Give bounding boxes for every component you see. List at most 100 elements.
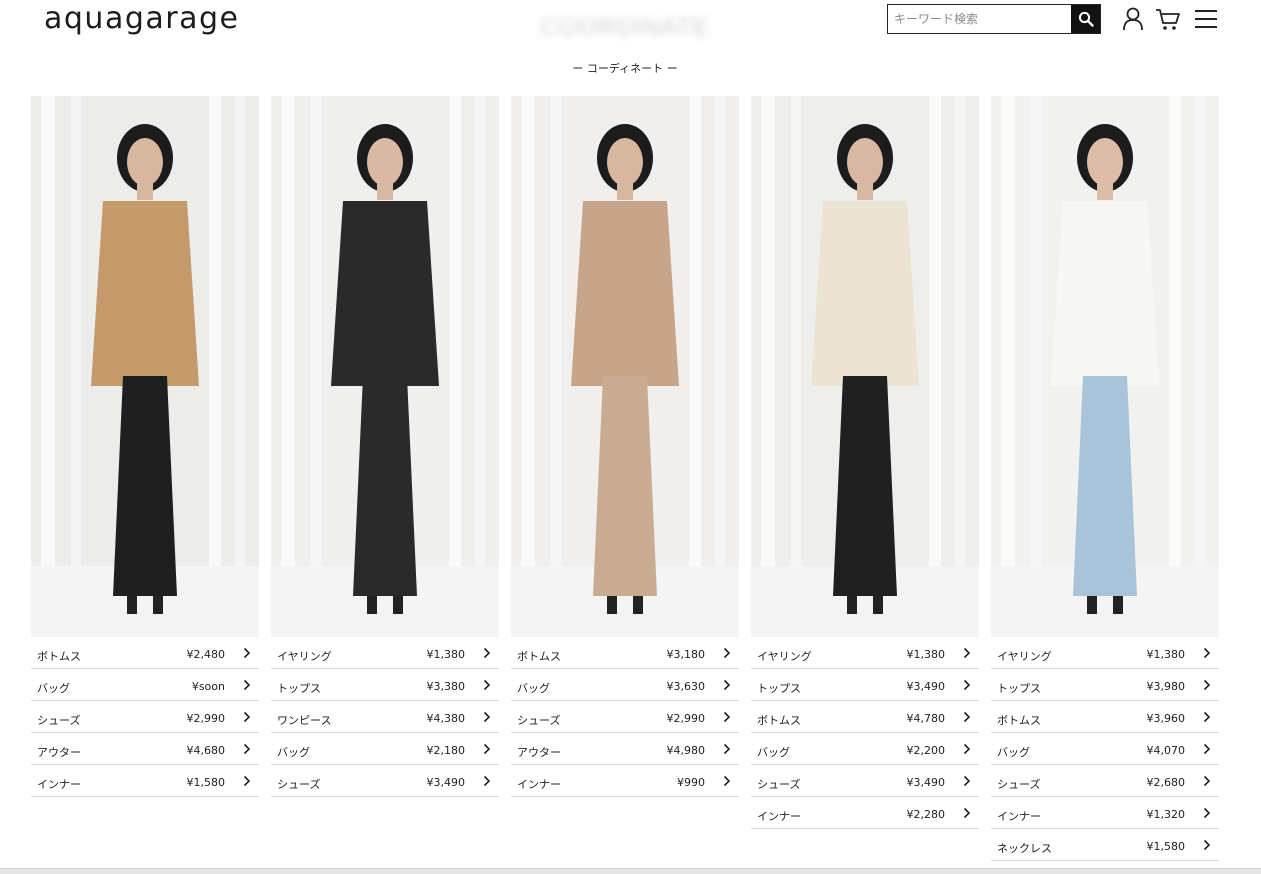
chevron-right-icon bbox=[723, 743, 731, 755]
item-price: ¥4,070 bbox=[1146, 744, 1186, 757]
user-icon[interactable] bbox=[1120, 6, 1146, 32]
item-category: イヤリング bbox=[277, 650, 332, 663]
item-row[interactable]: トップス ¥3,380 bbox=[271, 669, 499, 701]
coordinate-photo[interactable] bbox=[271, 96, 499, 637]
chevron-right-icon bbox=[483, 775, 491, 787]
item-price: ¥3,380 bbox=[426, 680, 466, 693]
coordinate-photo[interactable] bbox=[511, 96, 739, 637]
item-category: トップス bbox=[277, 682, 321, 695]
item-price: ¥4,780 bbox=[906, 712, 946, 725]
search-button[interactable] bbox=[1071, 5, 1100, 33]
item-category: インナー bbox=[517, 778, 561, 791]
item-row[interactable]: シューズ ¥3,490 bbox=[271, 765, 499, 797]
item-row[interactable]: アウター ¥4,680 bbox=[31, 733, 259, 765]
item-row[interactable]: シューズ ¥3,490 bbox=[751, 765, 979, 797]
item-row[interactable]: イヤリング ¥1,380 bbox=[271, 637, 499, 669]
item-category: トップス bbox=[757, 682, 801, 695]
hamburger-menu-icon[interactable] bbox=[1193, 6, 1219, 32]
item-category: ボトムス bbox=[757, 714, 801, 727]
item-category: バッグ bbox=[277, 746, 310, 759]
chevron-right-icon bbox=[483, 711, 491, 723]
item-category: トップス bbox=[997, 682, 1041, 695]
chevron-right-icon bbox=[723, 775, 731, 787]
item-row[interactable]: バッグ ¥2,180 bbox=[271, 733, 499, 765]
chevron-right-icon bbox=[963, 647, 971, 659]
item-price: ¥2,200 bbox=[906, 744, 946, 757]
model-photo-image bbox=[751, 96, 979, 637]
item-price: ¥3,630 bbox=[666, 680, 706, 693]
item-row[interactable]: イヤリング ¥1,380 bbox=[751, 637, 979, 669]
item-row[interactable]: ワンピース ¥4,380 bbox=[271, 701, 499, 733]
search-box bbox=[887, 4, 1101, 34]
item-row[interactable]: ボトムス ¥3,180 bbox=[511, 637, 739, 669]
item-row[interactable]: ネックレス ¥1,580 bbox=[991, 829, 1219, 861]
chevron-right-icon bbox=[723, 711, 731, 723]
item-category: インナー bbox=[757, 810, 801, 823]
model-photo-image bbox=[31, 96, 259, 637]
model-photo-image bbox=[991, 96, 1219, 637]
chevron-right-icon bbox=[243, 775, 251, 787]
item-price: ¥3,490 bbox=[906, 680, 946, 693]
item-price: ¥2,680 bbox=[1146, 776, 1186, 789]
model-photo-image bbox=[511, 96, 739, 637]
chevron-right-icon bbox=[1203, 647, 1211, 659]
item-price: ¥4,380 bbox=[426, 712, 466, 725]
item-row[interactable]: イヤリング ¥1,380 bbox=[991, 637, 1219, 669]
item-row[interactable]: ボトムス ¥2,480 bbox=[31, 637, 259, 669]
item-row[interactable]: バッグ ¥2,200 bbox=[751, 733, 979, 765]
chevron-right-icon bbox=[723, 679, 731, 691]
chevron-right-icon bbox=[1203, 743, 1211, 755]
item-row[interactable]: バッグ ¥3,630 bbox=[511, 669, 739, 701]
item-category: シューズ bbox=[517, 714, 561, 727]
item-row[interactable]: インナー ¥1,320 bbox=[991, 797, 1219, 829]
item-category: アウター bbox=[37, 746, 81, 759]
item-price: ¥3,490 bbox=[906, 776, 946, 789]
page-subtitle: ー コーディネート ー bbox=[572, 62, 678, 75]
item-row[interactable]: シューズ ¥2,990 bbox=[511, 701, 739, 733]
item-list: イヤリング ¥1,380 トップス ¥3,980 ボトムス ¥3,960 バッグ ¥4,070… bbox=[991, 637, 1219, 861]
horizontal-scrollbar[interactable] bbox=[0, 868, 1261, 874]
item-row[interactable]: トップス ¥3,980 bbox=[991, 669, 1219, 701]
item-row[interactable]: インナー ¥1,580 bbox=[31, 765, 259, 797]
item-price: ¥1,380 bbox=[1146, 648, 1186, 661]
item-category: シューズ bbox=[37, 714, 81, 727]
item-price: ¥2,180 bbox=[426, 744, 466, 757]
item-row[interactable]: インナー ¥990 bbox=[511, 765, 739, 797]
coordinate-photo[interactable] bbox=[751, 96, 979, 637]
item-price: ¥4,980 bbox=[666, 744, 706, 757]
item-category: バッグ bbox=[517, 682, 550, 695]
item-row[interactable]: ボトムス ¥3,960 bbox=[991, 701, 1219, 733]
chevron-right-icon bbox=[963, 679, 971, 691]
item-price: ¥1,580 bbox=[1146, 840, 1186, 853]
cart-icon[interactable] bbox=[1155, 6, 1181, 32]
coordinate-photo[interactable] bbox=[31, 96, 259, 637]
brand-logo[interactable]: aquagarage bbox=[44, 0, 239, 38]
item-row[interactable]: バッグ ¥soon bbox=[31, 669, 259, 701]
item-row[interactable]: インナー ¥2,280 bbox=[751, 797, 979, 829]
chevron-right-icon bbox=[1203, 711, 1211, 723]
coordinate-card: イヤリング ¥1,380 トップス ¥3,380 ワンピース ¥4,380 バッグ ¥2,18… bbox=[271, 96, 499, 797]
chevron-right-icon bbox=[483, 743, 491, 755]
item-row[interactable]: シューズ ¥2,680 bbox=[991, 765, 1219, 797]
item-price: ¥1,580 bbox=[186, 776, 226, 789]
item-category: ボトムス bbox=[37, 650, 81, 663]
coordinate-photo[interactable] bbox=[991, 96, 1219, 637]
item-price: ¥3,980 bbox=[1146, 680, 1186, 693]
item-row[interactable]: アウター ¥4,980 bbox=[511, 733, 739, 765]
chevron-right-icon bbox=[963, 711, 971, 723]
item-row[interactable]: トップス ¥3,490 bbox=[751, 669, 979, 701]
item-price: ¥3,490 bbox=[426, 776, 466, 789]
search-icon bbox=[1078, 11, 1094, 27]
chevron-right-icon bbox=[1203, 807, 1211, 819]
item-category: バッグ bbox=[757, 746, 790, 759]
item-category: シューズ bbox=[997, 778, 1041, 791]
search-input[interactable] bbox=[888, 5, 1072, 33]
chevron-right-icon bbox=[1203, 679, 1211, 691]
coordinate-card: イヤリング ¥1,380 トップス ¥3,980 ボトムス ¥3,960 バッグ ¥4,070… bbox=[991, 96, 1219, 861]
item-list: ボトムス ¥2,480 バッグ ¥soon シューズ ¥2,990 アウター ¥4,680 イン… bbox=[31, 637, 259, 797]
item-category: ボトムス bbox=[517, 650, 561, 663]
item-row[interactable]: シューズ ¥2,990 bbox=[31, 701, 259, 733]
item-row[interactable]: ボトムス ¥4,780 bbox=[751, 701, 979, 733]
item-category: ワンピース bbox=[277, 714, 332, 727]
item-row[interactable]: バッグ ¥4,070 bbox=[991, 733, 1219, 765]
